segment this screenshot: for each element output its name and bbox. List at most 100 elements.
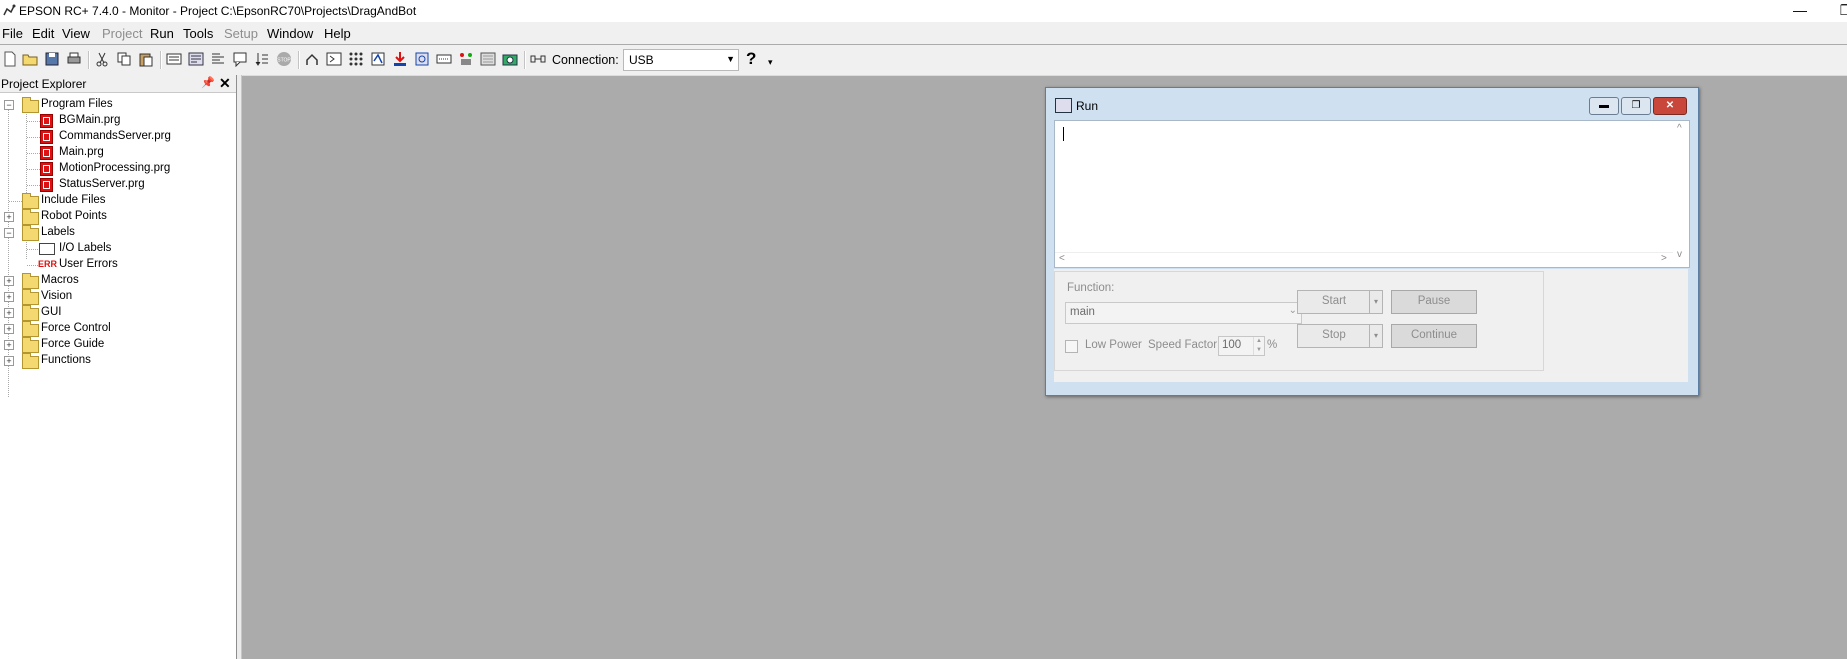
- continue-button[interactable]: Continue: [1391, 324, 1477, 348]
- speed-factor-input[interactable]: 100 ▲ ▼: [1218, 336, 1265, 356]
- maintenance-icon[interactable]: [414, 51, 430, 67]
- menu-window[interactable]: Window: [267, 26, 313, 41]
- stop-button[interactable]: Stop ▾: [1297, 324, 1383, 348]
- toolbar-tool-5-icon[interactable]: [254, 51, 270, 67]
- start-button[interactable]: Start ▾: [1297, 290, 1383, 314]
- tree-item-main-prg[interactable]: Main.prg: [0, 145, 230, 161]
- command-window-icon[interactable]: [326, 51, 342, 67]
- pause-button[interactable]: Pause: [1391, 290, 1477, 314]
- expand-icon[interactable]: +: [4, 356, 14, 366]
- collapse-icon[interactable]: −: [4, 100, 14, 110]
- tree-item-bgmain-prg[interactable]: BGMain.prg: [0, 113, 230, 129]
- panel-splitter[interactable]: [237, 75, 242, 659]
- connection-label: Connection:: [552, 53, 619, 67]
- io-monitor-icon[interactable]: [348, 51, 364, 67]
- epson-app-icon: [3, 4, 16, 16]
- low-power-checkbox[interactable]: [1065, 340, 1078, 353]
- toolbar-tool-4-icon[interactable]: [232, 51, 248, 67]
- io-label-icon[interactable]: [436, 51, 452, 67]
- tree-item-statusserver-prg[interactable]: StatusServer.prg: [0, 177, 230, 193]
- menu-project[interactable]: Project: [102, 26, 142, 41]
- tree-item-robot-points[interactable]: + Robot Points: [0, 209, 230, 225]
- tree-item-include-files[interactable]: Include Files: [0, 193, 230, 209]
- run-window-icon[interactable]: [370, 51, 386, 67]
- toolbar-overflow-icon[interactable]: ▾: [768, 57, 773, 68]
- expand-icon[interactable]: +: [4, 292, 14, 302]
- tree-label: StatusServer.prg: [59, 178, 145, 190]
- toolbar-tool-1-icon[interactable]: [166, 51, 182, 67]
- menu-view[interactable]: View: [62, 26, 90, 41]
- spinner-icon[interactable]: ▲ ▼: [1253, 337, 1264, 355]
- menu-file[interactable]: File: [2, 26, 23, 41]
- stop-icon[interactable]: STOP: [276, 51, 292, 67]
- run-output-textarea[interactable]: ^ v < >: [1054, 120, 1690, 268]
- run-restore-button[interactable]: ❐: [1621, 97, 1651, 115]
- tree-item-user-errors[interactable]: ERR User Errors: [0, 257, 230, 273]
- tree-item-force-guide[interactable]: + Force Guide: [0, 337, 230, 353]
- print-icon[interactable]: [66, 51, 82, 67]
- tree-item-force-control[interactable]: + Force Control: [0, 321, 230, 337]
- paste-icon[interactable]: [138, 51, 154, 67]
- vertical-scrollbar[interactable]: ^ v: [1673, 121, 1689, 267]
- tree-item-gui[interactable]: + GUI: [0, 305, 230, 321]
- start-dropdown-icon[interactable]: ▾: [1369, 291, 1382, 313]
- expand-icon[interactable]: +: [4, 212, 14, 222]
- tree-item-vision[interactable]: + Vision: [0, 289, 230, 305]
- menu-edit[interactable]: Edit: [32, 26, 54, 41]
- tree-label: Include Files: [41, 194, 106, 206]
- chevron-down-icon: ▼: [726, 54, 735, 64]
- folder-icon: [22, 273, 39, 289]
- toolbar-tool-2-icon[interactable]: [188, 51, 204, 67]
- connection-select[interactable]: USB ▼: [623, 49, 739, 71]
- new-file-icon[interactable]: [2, 51, 18, 67]
- start-button-label: Start: [1321, 295, 1347, 307]
- menu-setup[interactable]: Setup: [224, 26, 258, 41]
- tree-item-labels[interactable]: − Labels: [0, 225, 230, 241]
- expand-icon[interactable]: +: [4, 340, 14, 350]
- stop-dropdown-icon[interactable]: ▾: [1369, 325, 1382, 347]
- program-file-icon: [40, 130, 53, 144]
- program-file-icon: [40, 178, 53, 192]
- toolbar: STOP Connection: USB ▼ ? ▾: [0, 45, 1847, 76]
- function-select[interactable]: main ⌄: [1065, 302, 1302, 324]
- run-minimize-button[interactable]: ▬: [1589, 97, 1619, 115]
- expand-icon[interactable]: +: [4, 324, 14, 334]
- horizontal-scrollbar[interactable]: < >: [1055, 252, 1673, 267]
- gui-builder-icon[interactable]: [480, 51, 496, 67]
- robot-manager-icon[interactable]: [304, 51, 320, 67]
- expand-icon[interactable]: +: [4, 308, 14, 318]
- scroll-left-icon[interactable]: <: [1059, 253, 1065, 264]
- scroll-right-icon[interactable]: >: [1661, 253, 1667, 264]
- save-icon[interactable]: [44, 51, 60, 67]
- menu-run[interactable]: Run: [150, 26, 174, 41]
- menu-help[interactable]: Help: [324, 26, 351, 41]
- pin-icon[interactable]: 📌: [201, 76, 215, 89]
- open-folder-icon[interactable]: [22, 51, 38, 67]
- minimize-button[interactable]: —: [1777, 0, 1823, 22]
- vision-icon[interactable]: [458, 51, 474, 67]
- toolbar-tool-3-icon[interactable]: [210, 51, 226, 67]
- cut-icon[interactable]: [94, 51, 110, 67]
- tree-item-program-files[interactable]: − Program Files: [0, 97, 230, 113]
- close-icon[interactable]: ✕: [219, 75, 231, 92]
- restore-button[interactable]: ❐: [1823, 0, 1847, 22]
- collapse-icon[interactable]: −: [4, 228, 14, 238]
- tree-item-motionprocessing-prg[interactable]: MotionProcessing.prg: [0, 161, 230, 177]
- connection-icon: [530, 55, 546, 63]
- menu-tools[interactable]: Tools: [183, 26, 213, 41]
- run-close-button[interactable]: ✕: [1653, 97, 1687, 115]
- scroll-down-icon[interactable]: v: [1677, 249, 1682, 260]
- tree-label: CommandsServer.prg: [59, 130, 171, 142]
- help-button[interactable]: ?: [746, 49, 756, 69]
- copy-icon[interactable]: [116, 51, 132, 67]
- tree-item-io-labels[interactable]: I/O Labels: [0, 241, 230, 257]
- scroll-up-icon[interactable]: ^: [1677, 123, 1682, 134]
- camera-icon[interactable]: [502, 51, 518, 67]
- folder-icon: [22, 289, 39, 305]
- download-icon[interactable]: [392, 51, 408, 67]
- expand-icon[interactable]: +: [4, 276, 14, 286]
- tree-item-functions[interactable]: + Functions: [0, 353, 230, 369]
- tree-item-macros[interactable]: + Macros: [0, 273, 230, 289]
- tree-item-commandsserver-prg[interactable]: CommandsServer.prg: [0, 129, 230, 145]
- tree-label: Force Control: [41, 322, 111, 334]
